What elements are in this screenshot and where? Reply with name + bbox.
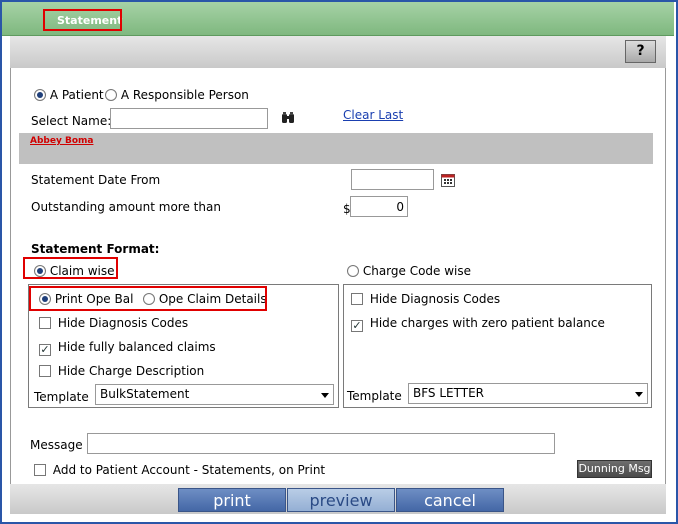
- cancel-button[interactable]: cancel: [396, 488, 504, 512]
- checkbox-hide-zero-balance[interactable]: ✓ Hide charges with zero patient balance: [351, 316, 605, 332]
- claim-template-value: BulkStatement: [100, 387, 190, 401]
- checkbox-hide-charge-description-label: Hide Charge Description: [57, 364, 205, 378]
- dunning-msg-button[interactable]: Dunning Msg: [577, 460, 652, 478]
- checkbox-icon: [39, 317, 51, 329]
- checkbox-hide-diagnosis-charge[interactable]: Hide Diagnosis Codes: [351, 292, 500, 306]
- calendar-icon[interactable]: [441, 173, 455, 187]
- radio-a-patient-label: A Patient: [49, 88, 104, 102]
- checkbox-checked-icon: ✓: [39, 343, 51, 356]
- ope-bal-highlight-box: [29, 286, 267, 311]
- checkbox-hide-balanced-claims-label: Hide fully balanced claims: [57, 340, 216, 354]
- radio-a-patient[interactable]: A Patient: [34, 88, 104, 102]
- checkbox-hide-balanced-claims[interactable]: ✓ Hide fully balanced claims: [39, 340, 216, 356]
- radio-icon: [347, 265, 359, 277]
- checkbox-icon: [351, 293, 363, 305]
- checkbox-add-to-account[interactable]: Add to Patient Account - Statements, on …: [34, 463, 325, 477]
- toolbar: ?: [10, 36, 666, 68]
- radio-icon: [105, 89, 117, 101]
- select-name-input[interactable]: [110, 108, 268, 129]
- clear-last-link[interactable]: Clear Last: [343, 108, 403, 122]
- charge-template-value: BFS LETTER: [413, 386, 484, 400]
- radio-icon: [34, 89, 46, 101]
- radio-responsible-person-label: A Responsible Person: [120, 88, 249, 102]
- checkbox-icon: [39, 365, 51, 377]
- checkbox-add-to-account-label: Add to Patient Account - Statements, on …: [52, 463, 326, 477]
- checkbox-icon: [34, 464, 46, 476]
- checkbox-hide-diagnosis-claim-label: Hide Diagnosis Codes: [57, 316, 189, 330]
- message-input[interactable]: [87, 433, 555, 454]
- checkbox-hide-diagnosis-charge-label: Hide Diagnosis Codes: [369, 292, 501, 306]
- charge-template-label: Template: [347, 389, 402, 403]
- statement-format-heading: Statement Format:: [31, 242, 160, 256]
- print-button[interactable]: print: [178, 488, 286, 512]
- select-name-label: Select Name:: [31, 114, 112, 128]
- title-highlight-box: [43, 9, 122, 31]
- statement-date-input[interactable]: [351, 169, 434, 190]
- checkbox-hide-charge-description[interactable]: Hide Charge Description: [39, 364, 204, 378]
- claim-template-select[interactable]: BulkStatement: [95, 384, 334, 405]
- statement-date-label: Statement Date From: [31, 173, 161, 187]
- checkbox-hide-diagnosis-claim[interactable]: Hide Diagnosis Codes: [39, 316, 188, 330]
- radio-charge-code-wise-label: Charge Code wise: [362, 264, 472, 278]
- message-label: Message: [30, 438, 83, 452]
- help-button[interactable]: ?: [625, 40, 656, 63]
- charge-template-select[interactable]: BFS LETTER: [408, 383, 648, 404]
- chevron-down-icon: [321, 393, 329, 398]
- outstanding-amount-input[interactable]: [350, 196, 408, 217]
- radio-responsible-person[interactable]: A Responsible Person: [105, 88, 249, 102]
- chevron-down-icon: [635, 392, 643, 397]
- claim-wise-highlight-box: [23, 257, 118, 279]
- checkbox-checked-icon: ✓: [351, 319, 363, 332]
- selected-patient-name[interactable]: Abbey Boma: [30, 136, 93, 146]
- claim-template-label: Template: [34, 390, 89, 404]
- binoculars-icon[interactable]: [281, 112, 295, 124]
- preview-button[interactable]: preview: [287, 488, 395, 512]
- radio-charge-code-wise[interactable]: Charge Code wise: [347, 264, 471, 278]
- outstanding-label: Outstanding amount more than: [31, 200, 221, 214]
- selected-name-band: [19, 133, 653, 164]
- checkbox-hide-zero-balance-label: Hide charges with zero patient balance: [369, 316, 605, 330]
